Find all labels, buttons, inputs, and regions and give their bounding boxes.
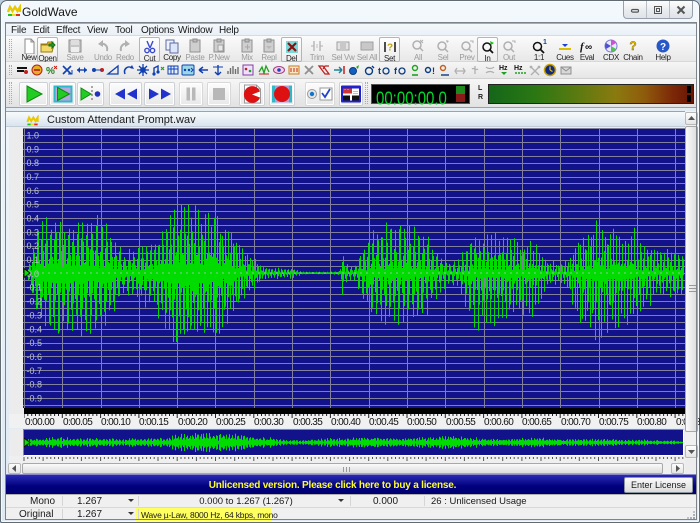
svg-text:1.0: 1.0 xyxy=(27,131,40,141)
svg-text:∞: ∞ xyxy=(585,42,592,53)
svg-text:0.2: 0.2 xyxy=(27,241,40,251)
svg-text:-0.6: -0.6 xyxy=(27,352,43,362)
svg-text:-0.9: -0.9 xyxy=(27,394,43,404)
svg-text:1: 1 xyxy=(543,39,547,46)
svg-text:-0.4: -0.4 xyxy=(27,324,43,334)
svg-text:0.9: 0.9 xyxy=(27,144,40,154)
svg-text:f: f xyxy=(394,66,398,76)
svg-text:t: t xyxy=(378,66,381,76)
svg-text:-0.5: -0.5 xyxy=(27,338,43,348)
svg-text:-0.8: -0.8 xyxy=(27,380,43,390)
svg-text:0.4: 0.4 xyxy=(27,214,40,224)
svg-text:0.3: 0.3 xyxy=(27,227,40,237)
svg-text:?: ? xyxy=(660,42,666,53)
svg-text:!: ! xyxy=(432,66,435,76)
svg-text:-0.2: -0.2 xyxy=(27,297,43,307)
svg-text:?: ? xyxy=(629,39,636,53)
svg-text:0.1: 0.1 xyxy=(27,255,40,265)
svg-text:0.8: 0.8 xyxy=(27,158,40,168)
svg-text:Hz: Hz xyxy=(499,65,508,72)
svg-text:-0.3: -0.3 xyxy=(27,310,43,320)
svg-text:%: % xyxy=(46,66,55,77)
svg-text:-0.1: -0.1 xyxy=(27,283,43,293)
svg-text:0.6: 0.6 xyxy=(27,186,40,196)
svg-text:0.5: 0.5 xyxy=(27,200,40,210)
svg-text:-0.7: -0.7 xyxy=(27,366,43,376)
svg-text:Hz: Hz xyxy=(514,65,523,72)
svg-text:?: ? xyxy=(386,43,392,54)
svg-text:0.7: 0.7 xyxy=(27,172,40,182)
